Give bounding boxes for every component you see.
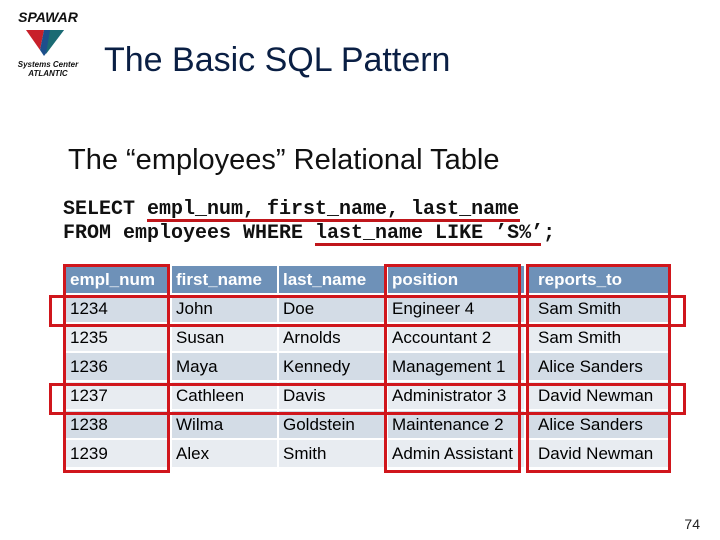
svg-text:SPAWAR: SPAWAR xyxy=(18,9,79,25)
slide-subtitle: The “employees” Relational Table xyxy=(68,144,500,176)
cell: Alex xyxy=(172,440,277,469)
header-first-name: first_name xyxy=(172,266,277,295)
where-clause-underline xyxy=(315,243,541,246)
page-number: 74 xyxy=(684,516,700,532)
highlight-row-1234 xyxy=(49,295,686,327)
cell: Susan xyxy=(172,324,277,353)
svg-text:ATLANTIC: ATLANTIC xyxy=(27,69,68,78)
svg-text:Systems Center: Systems Center xyxy=(18,60,79,69)
cell: Wilma xyxy=(172,411,277,440)
cell: Kennedy xyxy=(279,353,386,382)
cell: Smith xyxy=(279,440,386,469)
slide-title: The Basic SQL Pattern xyxy=(104,41,451,79)
cell: Arnolds xyxy=(279,324,386,353)
cell: Goldstein xyxy=(279,411,386,440)
highlight-row-1237 xyxy=(49,383,686,415)
cell: Maya xyxy=(172,353,277,382)
select-columns-underline xyxy=(147,219,520,222)
spawar-logo: SPAWAR Systems Center ATLANTIC xyxy=(8,8,88,80)
header-last-name: last_name xyxy=(279,266,386,295)
